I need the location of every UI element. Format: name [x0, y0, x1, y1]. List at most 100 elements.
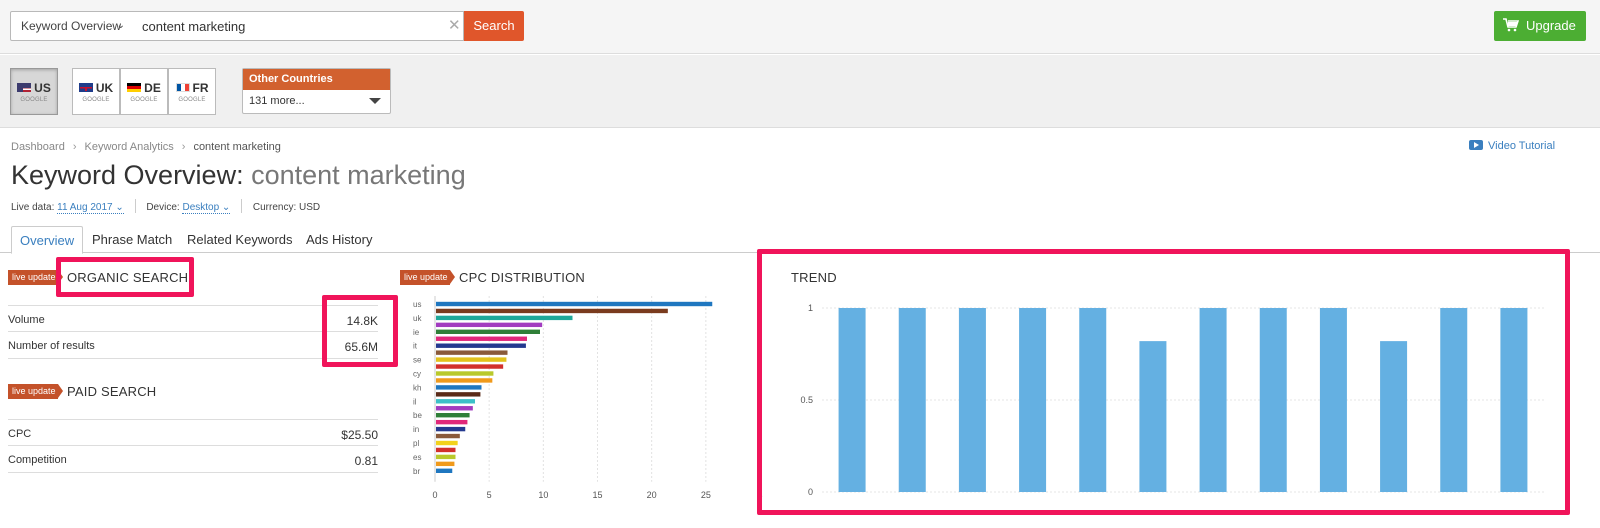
x-tick-label: 10	[538, 490, 548, 500]
country-uk-button[interactable]: UK GOOGLE	[72, 68, 120, 115]
category-label: uk	[413, 314, 422, 323]
row-value: 0.81	[354, 454, 378, 468]
category-label: il	[413, 397, 417, 406]
upgrade-button[interactable]: Upgrade	[1494, 11, 1586, 41]
other-countries-select[interactable]: Other Countries 131 more...	[242, 68, 391, 114]
country-code: US	[34, 81, 51, 95]
page-title: Keyword Overview: content marketing	[11, 160, 466, 191]
category-label: se	[413, 356, 422, 365]
trend-bar	[958, 308, 986, 492]
paid-row-cpc: CPC $25.50	[8, 419, 378, 446]
row-label: Number of results	[8, 340, 95, 352]
country-code: DE	[144, 81, 161, 95]
trend-bar	[898, 308, 926, 492]
live-date-value: 11 Aug 2017	[57, 202, 113, 213]
bar-unlabeled	[436, 406, 473, 411]
bar-unlabeled	[436, 308, 668, 314]
device-select[interactable]: Desktop ⌄	[182, 202, 231, 214]
row-label: Volume	[8, 314, 45, 326]
category-label: it	[413, 342, 418, 351]
clear-icon[interactable]: ✕	[448, 16, 461, 34]
trend-chart: 00.51	[800, 303, 1544, 497]
top-search-bar: Keyword Overview ⌄ content marketing ✕ S…	[0, 0, 1600, 54]
bar-ie	[436, 329, 540, 334]
chevron-right-icon: ›	[181, 141, 186, 153]
country-engine: GOOGLE	[20, 97, 48, 103]
upgrade-label: Upgrade	[1526, 18, 1576, 33]
bar-es	[436, 454, 456, 460]
category-label: us	[413, 300, 421, 309]
live-date-select[interactable]: 11 Aug 2017 ⌄	[57, 202, 124, 214]
x-tick-label: 0	[432, 490, 437, 500]
bar-unlabeled	[436, 461, 455, 467]
trend-title: TREND	[791, 270, 837, 285]
trend-bar	[1319, 308, 1347, 492]
tab-related-keywords[interactable]: Related Keywords	[187, 226, 293, 253]
tab-ads-history[interactable]: Ads History	[306, 226, 372, 253]
uk-flag-icon	[78, 83, 93, 92]
bar-in	[436, 426, 466, 432]
bar-unlabeled	[436, 447, 456, 453]
live-update-badge: live update	[8, 384, 63, 399]
chevron-down-icon: ⌄	[116, 20, 125, 31]
category-label: cy	[413, 370, 421, 379]
bar-it	[436, 343, 526, 348]
tab-phrase-match[interactable]: Phrase Match	[92, 226, 172, 253]
trend-bar	[1079, 308, 1107, 492]
meta-line: Live data: 11 Aug 2017 ⌄ Device: Desktop…	[11, 199, 320, 214]
bar-unlabeled	[436, 350, 508, 355]
live-data-label: Live data:	[11, 202, 55, 213]
database-select[interactable]: Keyword Overview ⌄	[10, 11, 133, 41]
trend-bar	[1380, 341, 1408, 492]
category-label: be	[413, 411, 422, 420]
category-label: es	[413, 453, 421, 462]
video-tutorial-link[interactable]: Video Tutorial	[1469, 140, 1555, 152]
category-label: in	[413, 425, 419, 434]
paid-search-title: PAID SEARCH	[67, 384, 157, 399]
live-update-badge: live update	[8, 270, 63, 285]
category-label: br	[413, 467, 420, 476]
search-input[interactable]: content marketing	[132, 11, 464, 41]
category-label: pl	[413, 439, 419, 448]
country-us-button[interactable]: US GOOGLE	[10, 68, 58, 115]
us-flag-icon	[17, 83, 32, 92]
y-tick-label: 0	[808, 487, 813, 497]
bar-unlabeled	[436, 419, 468, 425]
country-bar: US GOOGLE UK GOOGLE DE GOOGLE FR GOOGLE …	[0, 55, 1600, 128]
cpc-distribution-title: CPC DISTRIBUTION	[459, 270, 585, 285]
breadcrumb-current: content marketing	[193, 141, 281, 153]
bar-br	[436, 468, 453, 473]
page-title-prefix: Keyword Overview:	[11, 160, 244, 190]
trend-bar	[1199, 308, 1227, 492]
category-label: ie	[413, 328, 420, 337]
chevron-right-icon: ›	[72, 141, 77, 153]
breadcrumb: Dashboard › Keyword Analytics › content mark…	[11, 141, 281, 153]
search-button[interactable]: Search	[464, 11, 524, 41]
breadcrumb-dashboard[interactable]: Dashboard	[11, 141, 65, 153]
row-label: CPC	[8, 428, 32, 440]
country-engine: GOOGLE	[82, 97, 110, 103]
play-icon	[1469, 140, 1483, 150]
trend-bar	[1139, 341, 1167, 492]
breadcrumb-keyword-analytics[interactable]: Keyword Analytics	[85, 141, 174, 153]
country-fr-button[interactable]: FR GOOGLE	[168, 68, 216, 115]
tab-overview[interactable]: Overview	[11, 226, 84, 254]
other-countries-title: Other Countries	[243, 69, 390, 90]
page-title-keyword: content marketing	[251, 160, 466, 190]
trend-bar	[1019, 308, 1047, 492]
row-value: $25.50	[341, 428, 378, 442]
de-flag-icon	[127, 83, 142, 92]
bar-unlabeled	[436, 336, 527, 341]
bar-unlabeled	[436, 364, 504, 369]
bar-unlabeled	[436, 322, 543, 328]
x-tick-label: 5	[487, 490, 492, 500]
paid-row-competition: Competition 0.81	[8, 446, 378, 473]
row-label: Competition	[8, 454, 67, 466]
bar-kh	[436, 385, 482, 390]
bar-uk	[436, 315, 573, 321]
x-tick-label: 20	[647, 490, 657, 500]
y-tick-label: 0.5	[800, 395, 813, 405]
country-de-button[interactable]: DE GOOGLE	[120, 68, 168, 115]
bar-unlabeled	[436, 433, 460, 439]
bar-us	[436, 301, 713, 307]
